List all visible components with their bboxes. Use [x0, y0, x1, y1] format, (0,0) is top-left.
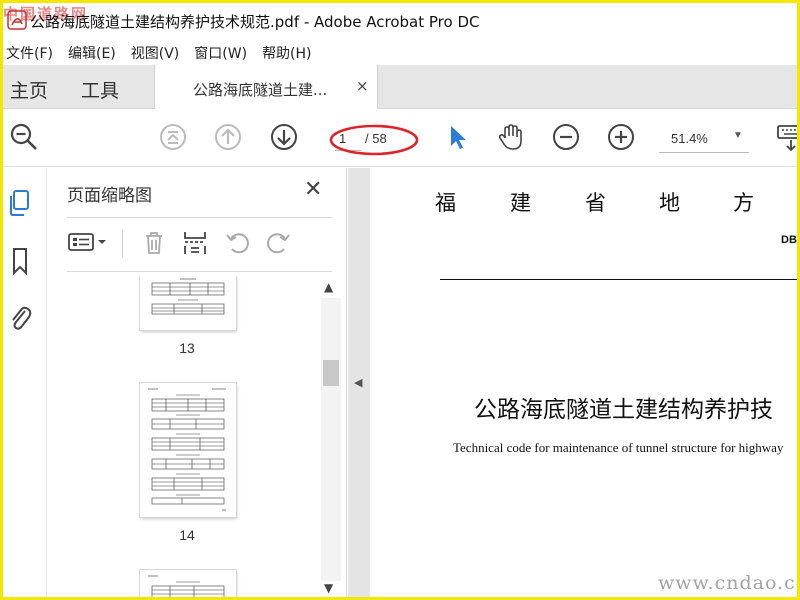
thumbnail-panel: 页面缩略图 ✕ 13 14 ▲ ▼	[47, 168, 347, 597]
select-pointer-icon[interactable]	[443, 122, 473, 152]
menu-window[interactable]: 窗口(W)	[190, 43, 258, 63]
panel-divider	[67, 271, 332, 272]
document-header-char: 地	[659, 191, 680, 215]
tab-bar: 主页 工具 公路海底隧道土建... ×	[3, 65, 797, 110]
document-header: 福 建 省 地 方	[435, 187, 795, 217]
page-thumbnail-content	[148, 388, 226, 511]
zoom-minus-icon[interactable]	[551, 122, 581, 152]
toolbar-separator	[122, 229, 123, 257]
watermark-bottom-right: www.cndao.com	[658, 572, 797, 594]
document-header-char: 省	[585, 191, 606, 215]
tab-close-button[interactable]: ×	[356, 77, 369, 95]
menu-bar: 文件(F) 编辑(E) 视图(V) 窗口(W) 帮助(H)	[3, 41, 797, 65]
hand-tool-icon[interactable]	[496, 122, 526, 152]
document-subtitle: Technical code for maintenance of tunnel…	[453, 440, 784, 455]
page-thumbnail-13[interactable]	[140, 276, 236, 330]
document-header-rule	[440, 279, 797, 280]
scrollbar-track[interactable]	[321, 298, 341, 581]
delete-page-trash-icon[interactable]	[140, 228, 168, 256]
scroll-down-arrow-icon[interactable]: ▼	[324, 581, 333, 595]
panel-title: 页面缩略图	[67, 186, 152, 206]
bookmark-icon[interactable]	[7, 246, 33, 276]
tab-document-label: 公路海底隧道土建...	[193, 81, 328, 99]
page-thumbnail-14[interactable]	[140, 383, 236, 517]
page-thumbnails-icon[interactable]	[7, 188, 33, 218]
page-thumbnail-content	[151, 278, 225, 315]
menu-edit[interactable]: 编辑(E)	[64, 43, 127, 63]
app-window: 中国道路网 公路海底隧道土建结构养护技术规范.pdf - Adobe Acrob…	[0, 0, 800, 600]
tab-home[interactable]: 主页	[10, 76, 48, 103]
document-header-char: 福	[435, 191, 456, 215]
menu-file[interactable]: 文件(F)	[3, 43, 64, 63]
highlight-ellipse-annotation	[329, 124, 419, 156]
panel-close-button[interactable]: ✕	[304, 177, 322, 202]
thumbnail-list: 13 14	[67, 276, 323, 597]
document-header-char: 方	[733, 191, 754, 215]
scrollbar-thumb[interactable]	[323, 360, 339, 386]
zoom-dropdown[interactable]: 51.4% ▼	[659, 127, 749, 153]
menu-help[interactable]: 帮助(H)	[258, 43, 322, 63]
collapse-panel-arrow-icon[interactable]: ◀	[354, 376, 362, 389]
rotate-counterclockwise-icon[interactable]	[223, 228, 251, 256]
navigation-rail	[3, 168, 47, 597]
scroll-to-top-icon[interactable]	[158, 122, 188, 152]
panel-divider	[67, 217, 332, 218]
page-thumbnail-15[interactable]	[140, 570, 236, 597]
toolbar: / 58 51.4% ▼	[3, 109, 800, 167]
window-title: 公路海底隧道土建结构养护技术规范.pdf - Adobe Acrobat Pro…	[30, 13, 480, 31]
menu-view[interactable]: 视图(V)	[127, 43, 191, 63]
rotate-clockwise-icon[interactable]	[265, 228, 293, 256]
zoom-value: 51.4%	[671, 131, 708, 146]
page-navigator: / 58	[329, 124, 419, 156]
tab-tools[interactable]: 工具	[81, 76, 119, 103]
document-title: 公路海底隧道土建结构养护技	[474, 397, 773, 423]
document-code: DB3	[781, 234, 797, 246]
page-thumbnail-label: 14	[179, 527, 195, 543]
next-page-icon[interactable]	[269, 122, 299, 152]
page-thumbnail-content	[148, 575, 225, 597]
thumbnail-scrollbar[interactable]: ▲ ▼	[321, 276, 341, 597]
zoom-out-magnifier-icon[interactable]	[9, 122, 39, 152]
thumbnail-options-menu-icon[interactable]	[67, 228, 111, 256]
extract-page-icon[interactable]	[181, 228, 209, 256]
scroll-up-arrow-icon[interactable]: ▲	[324, 280, 333, 294]
tab-document[interactable]: 公路海底隧道土建... ×	[154, 65, 378, 110]
keyboard-scroll-icon[interactable]	[776, 122, 800, 152]
attachment-paperclip-icon[interactable]	[7, 302, 33, 332]
chevron-down-icon: ▼	[733, 130, 743, 141]
document-header-char: 建	[510, 191, 531, 215]
title-bar: 中国道路网 公路海底隧道土建结构养护技术规范.pdf - Adobe Acrob…	[3, 3, 797, 39]
zoom-plus-icon[interactable]	[606, 122, 636, 152]
page-thumbnail-label: 13	[179, 340, 195, 356]
panel-splitter[interactable]: ◀	[348, 168, 370, 597]
document-view[interactable]: 福 建 省 地 方 DB3 公路海底隧道土建结构养护技 Technical co…	[370, 168, 797, 597]
previous-page-icon[interactable]	[213, 122, 243, 152]
